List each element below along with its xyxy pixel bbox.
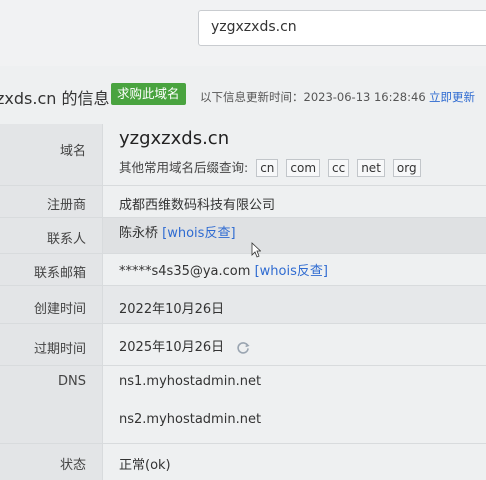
refresh-spinner-icon[interactable] bbox=[236, 341, 250, 355]
update-time-label: 以下信息更新时间：2023-06-13 16:28:46 bbox=[200, 90, 426, 104]
dns-server-1: ns1.myhostadmin.net bbox=[119, 374, 262, 389]
row-domain: 域名 yzgxzxds.cn 其他常用域名后缀查询: cn com cc net… bbox=[0, 124, 486, 186]
row-email: 联系邮箱 *****s4s35@ya.com [whois反查] bbox=[0, 254, 486, 286]
row-label: DNS bbox=[58, 374, 86, 389]
contact-value: 陈永桥 bbox=[119, 226, 159, 241]
email-whois-reverse-link[interactable]: [whois反查] bbox=[255, 264, 328, 279]
mouse-cursor-icon bbox=[251, 242, 261, 258]
row-label: 域名 bbox=[59, 144, 86, 159]
row-status: 状态 正常(ok) bbox=[0, 444, 486, 480]
row-label: 过期时间 bbox=[33, 342, 86, 357]
expires-date: 2025年10月26日 bbox=[119, 340, 225, 355]
buy-domain-button[interactable]: 求购此域名 bbox=[111, 83, 186, 105]
whois-table: 域名 yzgxzxds.cn 其他常用域名后缀查询: cn com cc net… bbox=[0, 124, 486, 480]
row-label: 注册商 bbox=[46, 198, 86, 213]
row-label: 联系邮箱 bbox=[33, 266, 86, 281]
search-input-value: yzgxzxds.cn bbox=[211, 19, 297, 35]
row-contact: 联系人 陈永桥 [whois反查] bbox=[0, 218, 486, 254]
suffix-link-cn[interactable]: cn bbox=[256, 159, 279, 177]
row-registrar: 注册商 成都西维数码科技有限公司 bbox=[0, 186, 486, 218]
row-label: 状态 bbox=[59, 458, 86, 473]
suffix-link-cc[interactable]: cc bbox=[328, 159, 350, 177]
suffix-link-net[interactable]: net bbox=[357, 159, 385, 177]
row-expires: 过期时间 2025年10月26日 bbox=[0, 324, 486, 366]
row-created: 创建时间 2022年10月26日 bbox=[0, 286, 486, 324]
row-label: 创建时间 bbox=[33, 302, 86, 317]
suffix-link-com[interactable]: com bbox=[286, 159, 321, 177]
status-value: 正常(ok) bbox=[119, 458, 171, 473]
suffix-query-label: 其他常用域名后缀查询: bbox=[119, 160, 249, 175]
email-value: *****s4s35@ya.com bbox=[119, 264, 251, 279]
suffix-link-org[interactable]: org bbox=[392, 159, 421, 177]
created-date: 2022年10月26日 bbox=[119, 302, 225, 317]
refresh-now-link[interactable]: 立即更新 bbox=[429, 89, 475, 105]
row-dns: DNS ns1.myhostadmin.net ns2.myhostadmin.… bbox=[0, 366, 486, 444]
info-header: zxds.cn 的信息 求购此域名 以下信息更新时间：2023-06-13 16… bbox=[0, 66, 486, 124]
search-input[interactable]: yzgxzxds.cn bbox=[198, 10, 486, 46]
suffix-query: 其他常用域名后缀查询: cn com cc net org bbox=[119, 157, 421, 177]
dns-server-2: ns2.myhostadmin.net bbox=[119, 412, 262, 427]
top-bar: yzgxzxds.cn bbox=[0, 0, 486, 66]
domain-name: yzgxzxds.cn bbox=[119, 128, 230, 149]
row-label: 联系人 bbox=[46, 232, 86, 247]
page-title: zxds.cn 的信息 bbox=[0, 89, 110, 108]
contact-whois-reverse-link[interactable]: [whois反查] bbox=[162, 226, 235, 241]
registrar-value: 成都西维数码科技有限公司 bbox=[119, 198, 276, 213]
